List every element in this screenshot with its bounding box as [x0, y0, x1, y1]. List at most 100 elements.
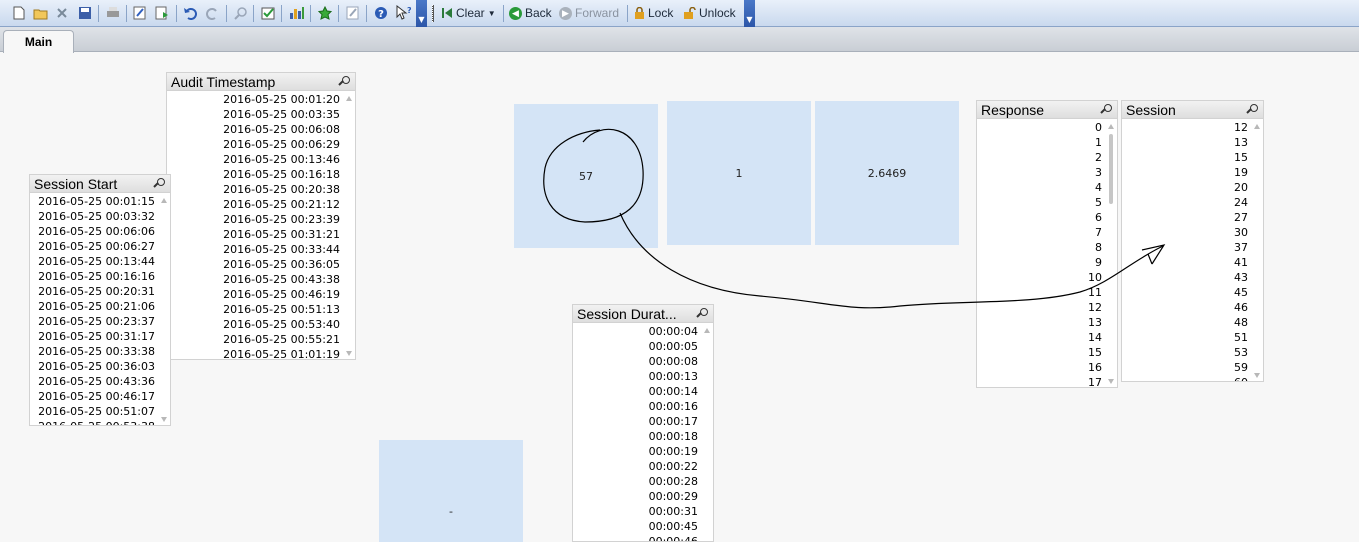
list-item[interactable]: 2016-05-25 00:33:44	[167, 242, 344, 257]
list-item[interactable]: 2016-05-25 00:36:05	[167, 257, 344, 272]
list-item[interactable]: 7	[977, 225, 1106, 240]
list-item[interactable]: 2016-05-25 00:21:06	[30, 299, 159, 314]
list-item[interactable]: 2016-05-25 00:03:35	[167, 107, 344, 122]
search-icon[interactable]	[1246, 104, 1258, 116]
bookmark-star-icon[interactable]	[316, 4, 334, 22]
list-item[interactable]: 2016-05-25 00:43:38	[167, 272, 344, 287]
value-text-object-3[interactable]: -	[379, 440, 523, 542]
list-item[interactable]: 2016-05-25 00:03:32	[30, 209, 159, 224]
list-item[interactable]: 8	[977, 240, 1106, 255]
list-item[interactable]: 6	[977, 210, 1106, 225]
list-item[interactable]: 2016-05-25 00:13:44	[30, 254, 159, 269]
list-item[interactable]: 2016-05-25 00:13:46	[167, 152, 344, 167]
clear-button[interactable]: Clear ▼	[441, 3, 496, 23]
list-item[interactable]: 00:00:05	[573, 339, 702, 354]
session-duration-listbox[interactable]: Session Durat... 00:00:04 00:00:05 00:00:0…	[572, 304, 714, 542]
list-item[interactable]: 0	[977, 120, 1106, 135]
list-item[interactable]: 2016-05-25 01:01:19	[167, 347, 344, 359]
search-icon[interactable]	[153, 178, 165, 190]
list-item[interactable]: 2016-05-25 00:16:18	[167, 167, 344, 182]
list-item[interactable]: 00:00:29	[573, 489, 702, 504]
list-item[interactable]: 59	[1122, 360, 1252, 375]
list-item[interactable]: 14	[977, 330, 1106, 345]
list-item[interactable]: 2016-05-25 00:43:36	[30, 374, 159, 389]
list-item[interactable]: 00:00:28	[573, 474, 702, 489]
value-text-object-1[interactable]: 1	[667, 101, 811, 245]
reload-icon[interactable]	[53, 4, 71, 22]
list-item[interactable]: 2016-05-25 00:36:03	[30, 359, 159, 374]
list-item[interactable]: 13	[1122, 135, 1252, 150]
list-item[interactable]: 24	[1122, 195, 1252, 210]
list-item[interactable]: 5	[977, 195, 1106, 210]
list-item[interactable]: 2016-05-25 00:31:21	[167, 227, 344, 242]
tab-main[interactable]: Main	[3, 30, 74, 53]
list-item[interactable]: 15	[1122, 150, 1252, 165]
list-item[interactable]: 00:00:16	[573, 399, 702, 414]
list-item[interactable]: 2016-05-25 00:16:16	[30, 269, 159, 284]
list-item[interactable]: 2016-05-25 00:20:31	[30, 284, 159, 299]
list-item[interactable]: 2016-05-25 00:06:29	[167, 137, 344, 152]
list-item[interactable]: 53	[1122, 345, 1252, 360]
chart-icon[interactable]	[288, 4, 306, 22]
list-item[interactable]: 2016-05-25 00:06:08	[167, 122, 344, 137]
list-item[interactable]: 4	[977, 180, 1106, 195]
edit-icon[interactable]	[344, 4, 362, 22]
new-document-icon[interactable]	[10, 4, 28, 22]
list-item[interactable]: 11	[977, 285, 1106, 300]
session-start-listbox[interactable]: Session Start 2016-05-25 00:01:15 2016-05…	[29, 174, 171, 426]
list-item[interactable]: 00:00:13	[573, 369, 702, 384]
list-item[interactable]: 00:00:22	[573, 459, 702, 474]
scrollbar[interactable]	[1106, 120, 1117, 387]
search-icon[interactable]	[338, 76, 350, 88]
selections-icon[interactable]	[259, 4, 277, 22]
list-item[interactable]: 2016-05-25 00:46:17	[30, 389, 159, 404]
list-item[interactable]: 00:00:46	[573, 534, 702, 541]
list-item[interactable]: 2016-05-25 00:06:06	[30, 224, 159, 239]
list-item[interactable]: 45	[1122, 285, 1252, 300]
unlock-button[interactable]: Unlock	[683, 3, 736, 23]
count-text-object[interactable]: 57	[514, 104, 658, 248]
list-item[interactable]: 41	[1122, 255, 1252, 270]
list-item[interactable]: 9	[977, 255, 1106, 270]
list-item[interactable]: 19	[1122, 165, 1252, 180]
toolbar2-overflow-dropdown[interactable]: ▼	[744, 0, 755, 27]
list-item[interactable]: 2016-05-25 00:23:39	[167, 212, 344, 227]
list-item[interactable]: 30	[1122, 225, 1252, 240]
list-item[interactable]: 16	[977, 360, 1106, 375]
list-item[interactable]: 2016-05-25 00:46:19	[167, 287, 344, 302]
list-item[interactable]: 2016-05-25 00:53:40	[167, 317, 344, 332]
list-item[interactable]: 48	[1122, 315, 1252, 330]
list-item[interactable]: 10	[977, 270, 1106, 285]
list-item[interactable]: 2016-05-25 00:55:21	[167, 332, 344, 347]
save-icon[interactable]	[76, 4, 94, 22]
response-listbox[interactable]: Response 0 1 2 3 4 5 6 7 8 9 10 11 12 13 14 15 16 17	[976, 100, 1118, 388]
list-item[interactable]: 15	[977, 345, 1106, 360]
list-item[interactable]: 00:00:31	[573, 504, 702, 519]
edit-script-icon[interactable]	[131, 4, 149, 22]
list-item[interactable]: 17	[977, 375, 1106, 387]
search-icon[interactable]	[696, 308, 708, 320]
list-item[interactable]: 20	[1122, 180, 1252, 195]
list-item[interactable]: 2016-05-25 00:01:20	[167, 92, 344, 107]
list-item[interactable]: 2016-05-25 00:21:12	[167, 197, 344, 212]
list-item[interactable]: 43	[1122, 270, 1252, 285]
list-item[interactable]: 00:00:04	[573, 324, 702, 339]
scrollbar[interactable]	[344, 92, 355, 359]
value-text-object-2[interactable]: 2.6469	[815, 101, 959, 245]
open-folder-icon[interactable]	[32, 4, 50, 22]
list-item[interactable]: 2	[977, 150, 1106, 165]
list-item[interactable]: 2016-05-25 00:33:38	[30, 344, 159, 359]
search-icon[interactable]	[232, 4, 250, 22]
toolbar-overflow-dropdown[interactable]: ▼	[416, 0, 427, 27]
list-item[interactable]: 27	[1122, 210, 1252, 225]
list-item[interactable]: 2016-05-25 00:06:27	[30, 239, 159, 254]
session-listbox[interactable]: Session 12 13 15 19 20 24 27 30 37 41 43 45 46 48 51 53…	[1121, 100, 1264, 382]
list-item[interactable]: 51	[1122, 330, 1252, 345]
forward-button[interactable]: ▶ Forward	[559, 3, 619, 23]
list-item[interactable]: 46	[1122, 300, 1252, 315]
scrollbar[interactable]	[1252, 120, 1263, 381]
list-item[interactable]: 00:00:08	[573, 354, 702, 369]
help-cursor-icon[interactable]: ?	[394, 4, 412, 22]
undo-icon[interactable]	[181, 4, 199, 22]
list-item[interactable]: 2016-05-25 00:31:17	[30, 329, 159, 344]
